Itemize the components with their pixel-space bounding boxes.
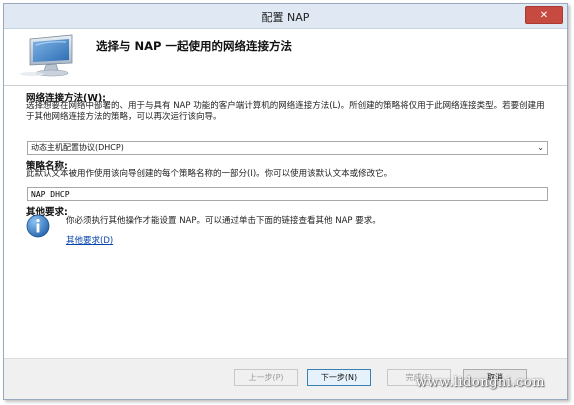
close-icon: ✕ (539, 10, 549, 21)
nap-config-dialog: 配置 NAP ✕ 选择与 NAP 一起使用的网络连接方法 网络连接方法(W): … (3, 3, 568, 400)
policy-name-description: 此默认文本被用作使用该向导创建的每个策略名称的一部分(I)。你可以使用该默认文本… (26, 169, 393, 179)
wizard-footer: 上一步(P) 下一步(N) 完成(F) 取消 www.lidongni.com (4, 358, 567, 399)
chevron-down-icon[interactable]: ⌄ (537, 142, 544, 154)
close-button[interactable]: ✕ (525, 6, 563, 24)
requirements-info-text: 你必须执行其他操作才能设置 NAP。可以通过单击下面的链接查看其他 NAP 要求… (66, 216, 381, 226)
window-title: 配置 NAP (261, 11, 310, 24)
connection-method-value: 动态主机配置协议(DHCP) (31, 143, 124, 152)
back-button[interactable]: 上一步(P) (234, 369, 298, 386)
next-button[interactable]: 下一步(N) (307, 369, 371, 386)
title-bar[interactable]: 配置 NAP ✕ (4, 4, 567, 29)
connection-method-select[interactable]: 动态主机配置协议(DHCP) ⌄ (27, 141, 548, 155)
method-description: 选择想要在网络中部署的、用于与具有 NAP 功能的客户端计算机的网络连接方法(L… (26, 101, 545, 122)
info-icon (26, 214, 50, 238)
monitor-network-icon (20, 34, 73, 77)
other-requirements-link[interactable]: 其他要求(D) (66, 234, 113, 246)
policy-name-input[interactable] (27, 187, 548, 201)
watermark: www.lidongni.com (415, 375, 545, 390)
wizard-header: 选择与 NAP 一起使用的网络连接方法 (4, 29, 567, 86)
wizard-body: 网络连接方法(W): 选择想要在网络中部署的、用于与具有 NAP 功能的客户端计… (4, 86, 567, 358)
page-title: 选择与 NAP 一起使用的网络连接方法 (96, 39, 292, 53)
